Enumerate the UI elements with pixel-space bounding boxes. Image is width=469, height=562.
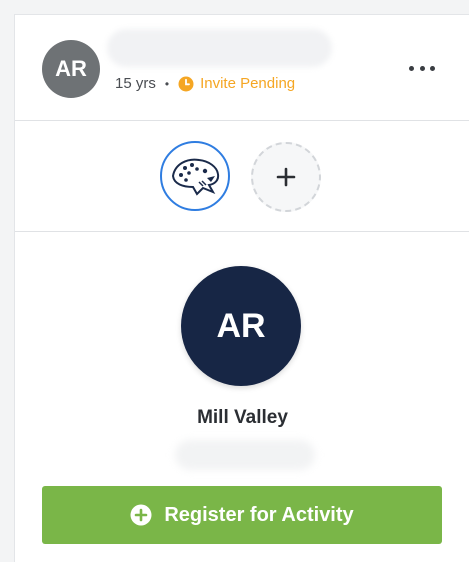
register-for-activity-button[interactable]: Register for Activity	[42, 486, 442, 544]
player-age: 15 yrs	[115, 75, 156, 92]
meta-separator: •	[164, 76, 170, 91]
plus-icon	[276, 167, 296, 187]
team-avatar: AR	[181, 266, 301, 386]
team-subtitle-redacted	[175, 440, 315, 470]
team-name: Mill Valley	[197, 407, 288, 428]
player-meta: 15 yrs • Invite Pending	[115, 75, 295, 92]
clock-icon	[178, 76, 194, 91]
add-team-button[interactable]	[251, 142, 321, 212]
more-dot-icon	[430, 65, 435, 71]
player-name-redacted	[107, 29, 332, 67]
avatar: AR	[42, 40, 100, 98]
jaguar-logo-icon	[171, 158, 220, 196]
more-options-button[interactable]	[409, 61, 435, 75]
team-selector	[15, 121, 469, 232]
player-card: AR 15 yrs • Invite Pending AR Mill Valle…	[14, 14, 469, 562]
plus-circle-icon	[130, 504, 152, 526]
team-logo-button[interactable]	[160, 141, 230, 211]
avatar-initials: AR	[55, 56, 87, 81]
register-button-label: Register for Activity	[164, 503, 354, 526]
more-dot-icon	[409, 65, 414, 71]
invite-status: Invite Pending	[200, 75, 296, 92]
team-avatar-initials: AR	[216, 306, 266, 345]
card-header: AR 15 yrs • Invite Pending	[15, 15, 469, 121]
more-dot-icon	[419, 65, 425, 71]
